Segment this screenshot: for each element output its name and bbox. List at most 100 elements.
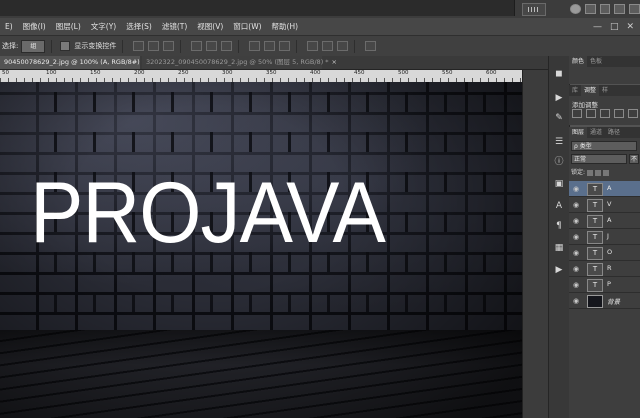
menu-help[interactable]: 帮助(H) — [267, 21, 304, 32]
document-canvas[interactable]: PROJAVA — [0, 82, 522, 418]
align-right-icon[interactable] — [221, 41, 233, 51]
brick-wall-image: PROJAVA — [0, 82, 522, 418]
visibility-eye-icon[interactable]: ◉ — [573, 217, 579, 225]
adjustment-icons — [572, 109, 638, 118]
levels-icon[interactable] — [586, 109, 596, 118]
curves-icon[interactable] — [600, 109, 610, 118]
vibrance-icon[interactable] — [629, 4, 640, 14]
brightness-icon[interactable] — [570, 4, 581, 14]
layer-name[interactable]: 背景 — [607, 296, 620, 306]
tab-channels[interactable]: 通道 — [587, 127, 605, 138]
tab-swatches[interactable]: 色板 — [587, 56, 605, 67]
distribute-vcenter-icon[interactable] — [264, 41, 276, 51]
character-icon[interactable]: A — [553, 200, 565, 212]
swatch-icon[interactable]: ▣ — [553, 178, 565, 190]
layer-row[interactable]: ◉ T A — [569, 213, 640, 229]
ruler-number: 450 — [354, 70, 365, 76]
levels-icon[interactable] — [599, 4, 611, 14]
layer-row[interactable]: ◉ T A — [569, 181, 640, 197]
paragraph-icon[interactable]: ¶ — [553, 220, 565, 232]
visibility-eye-icon[interactable]: ◉ — [573, 233, 579, 241]
ruler-number: 600 — [486, 70, 497, 76]
vibrance-icon[interactable] — [628, 109, 638, 118]
brush-icon[interactable]: ✎ — [553, 112, 565, 124]
menu-edit-partial[interactable]: E) — [0, 22, 18, 31]
menu-view[interactable]: 视图(V) — [192, 21, 228, 32]
auto-select-dropdown[interactable]: 组 — [21, 39, 46, 53]
visibility-eye-icon[interactable]: ◉ — [573, 249, 579, 257]
layer-name[interactable]: J — [607, 232, 609, 240]
visibility-eye-icon[interactable]: ◉ — [573, 201, 579, 209]
close-icon[interactable]: × — [332, 58, 337, 66]
opacity-field[interactable]: 不 — [629, 154, 639, 164]
visibility-eye-icon[interactable]: ◉ — [573, 297, 579, 305]
maximize-button[interactable]: □ — [610, 22, 619, 32]
layer-row[interactable]: ◉ 背景 — [569, 293, 640, 309]
menu-type[interactable]: 文字(Y) — [86, 21, 121, 32]
tab-paths[interactable]: 路径 — [605, 127, 623, 138]
layer-row[interactable]: ◉ T P — [569, 277, 640, 293]
tab-libraries[interactable]: 库 — [569, 85, 581, 96]
align-left-icon[interactable] — [191, 41, 203, 51]
layer-row[interactable]: ◉ T J — [569, 229, 640, 245]
menu-layer[interactable]: 图层(L) — [51, 21, 86, 32]
exposure-icon[interactable] — [614, 4, 626, 14]
visibility-eye-icon[interactable]: ◉ — [573, 185, 579, 193]
menu-filter[interactable]: 滤镜(T) — [157, 21, 192, 32]
glyph-icon[interactable]: ▦ — [553, 242, 565, 254]
align-bottom-icon[interactable] — [163, 41, 175, 51]
menu-window[interactable]: 窗口(W) — [228, 21, 266, 32]
show-transform-checkbox[interactable] — [60, 41, 71, 51]
tab-layers[interactable]: 图层 — [569, 127, 588, 138]
layer-name[interactable]: A — [607, 184, 611, 192]
options-bar: 选择: 组 显示变换控件 — [0, 35, 640, 57]
timeline-icon[interactable]: ▶ — [553, 264, 565, 276]
actions-icon[interactable]: ▶ — [553, 92, 565, 104]
blend-mode-select[interactable]: 正常 — [571, 154, 627, 164]
menu-select[interactable]: 选择(S) — [121, 21, 157, 32]
histogram-icon[interactable] — [522, 3, 546, 16]
distribute-bottom-icon[interactable] — [279, 41, 291, 51]
text-layer-icon: T — [587, 183, 603, 196]
separator — [51, 39, 53, 53]
lock-pixels-icon[interactable] — [587, 169, 594, 176]
lock-all-icon[interactable] — [603, 169, 610, 176]
brightness-contrast-icon[interactable] — [572, 109, 582, 118]
layer-row[interactable]: ◉ T R — [569, 261, 640, 277]
distribute-hcenter-icon[interactable] — [322, 41, 334, 51]
tab-inactive-document[interactable]: 3202322_090450078629_2.jpg @ 50% (图层 5, … — [142, 56, 337, 69]
distribute-right-icon[interactable] — [337, 41, 349, 51]
layer-name[interactable]: P — [607, 280, 611, 288]
ruler-number: 400 — [310, 70, 321, 76]
visibility-eye-icon[interactable]: ◉ — [573, 281, 579, 289]
visibility-eye-icon[interactable]: ◉ — [573, 265, 579, 273]
align-vcenter-icon[interactable] — [148, 41, 160, 51]
tab-styles[interactable]: 样 — [599, 85, 611, 96]
distribute-top-icon[interactable] — [249, 41, 261, 51]
exposure-icon[interactable] — [614, 109, 624, 118]
auto-align-icon[interactable] — [365, 41, 377, 51]
align-top-icon[interactable] — [133, 41, 145, 51]
align-hcenter-icon[interactable] — [206, 41, 218, 51]
layers-panel: 图层 通道 路径 ρ 类型 正常 不 锁定: ◉ T A ◉ T V ◉ T A… — [569, 127, 640, 418]
info-icon[interactable]: ⓘ — [553, 156, 565, 168]
curves-icon[interactable] — [584, 4, 596, 14]
headline-text[interactable]: PROJAVA — [30, 170, 386, 256]
layer-name[interactable]: O — [607, 248, 612, 256]
layer-row[interactable]: ◉ T V — [569, 197, 640, 213]
tab-color[interactable]: 颜色 — [569, 56, 588, 67]
close-button[interactable]: ✕ — [626, 22, 634, 32]
distribute-left-icon[interactable] — [307, 41, 319, 51]
tab-adjustments[interactable]: 调整 — [581, 85, 600, 96]
tab-active-document[interactable]: 90450078629_2.jpg @ 100% (A, RGB/8#) *× — [0, 56, 154, 69]
menu-image[interactable]: 图像(I) — [18, 21, 51, 32]
lock-position-icon[interactable] — [595, 169, 602, 176]
layer-name[interactable]: R — [607, 264, 612, 272]
layer-name[interactable]: V — [607, 200, 611, 208]
layer-name[interactable]: A — [607, 216, 611, 224]
minimize-button[interactable]: — — [593, 22, 602, 32]
history-icon[interactable]: ◼ — [553, 68, 565, 80]
properties-icon[interactable]: ☰ — [553, 136, 565, 148]
layer-row[interactable]: ◉ T O — [569, 245, 640, 261]
layer-filter-kind[interactable]: ρ 类型 — [571, 141, 637, 151]
